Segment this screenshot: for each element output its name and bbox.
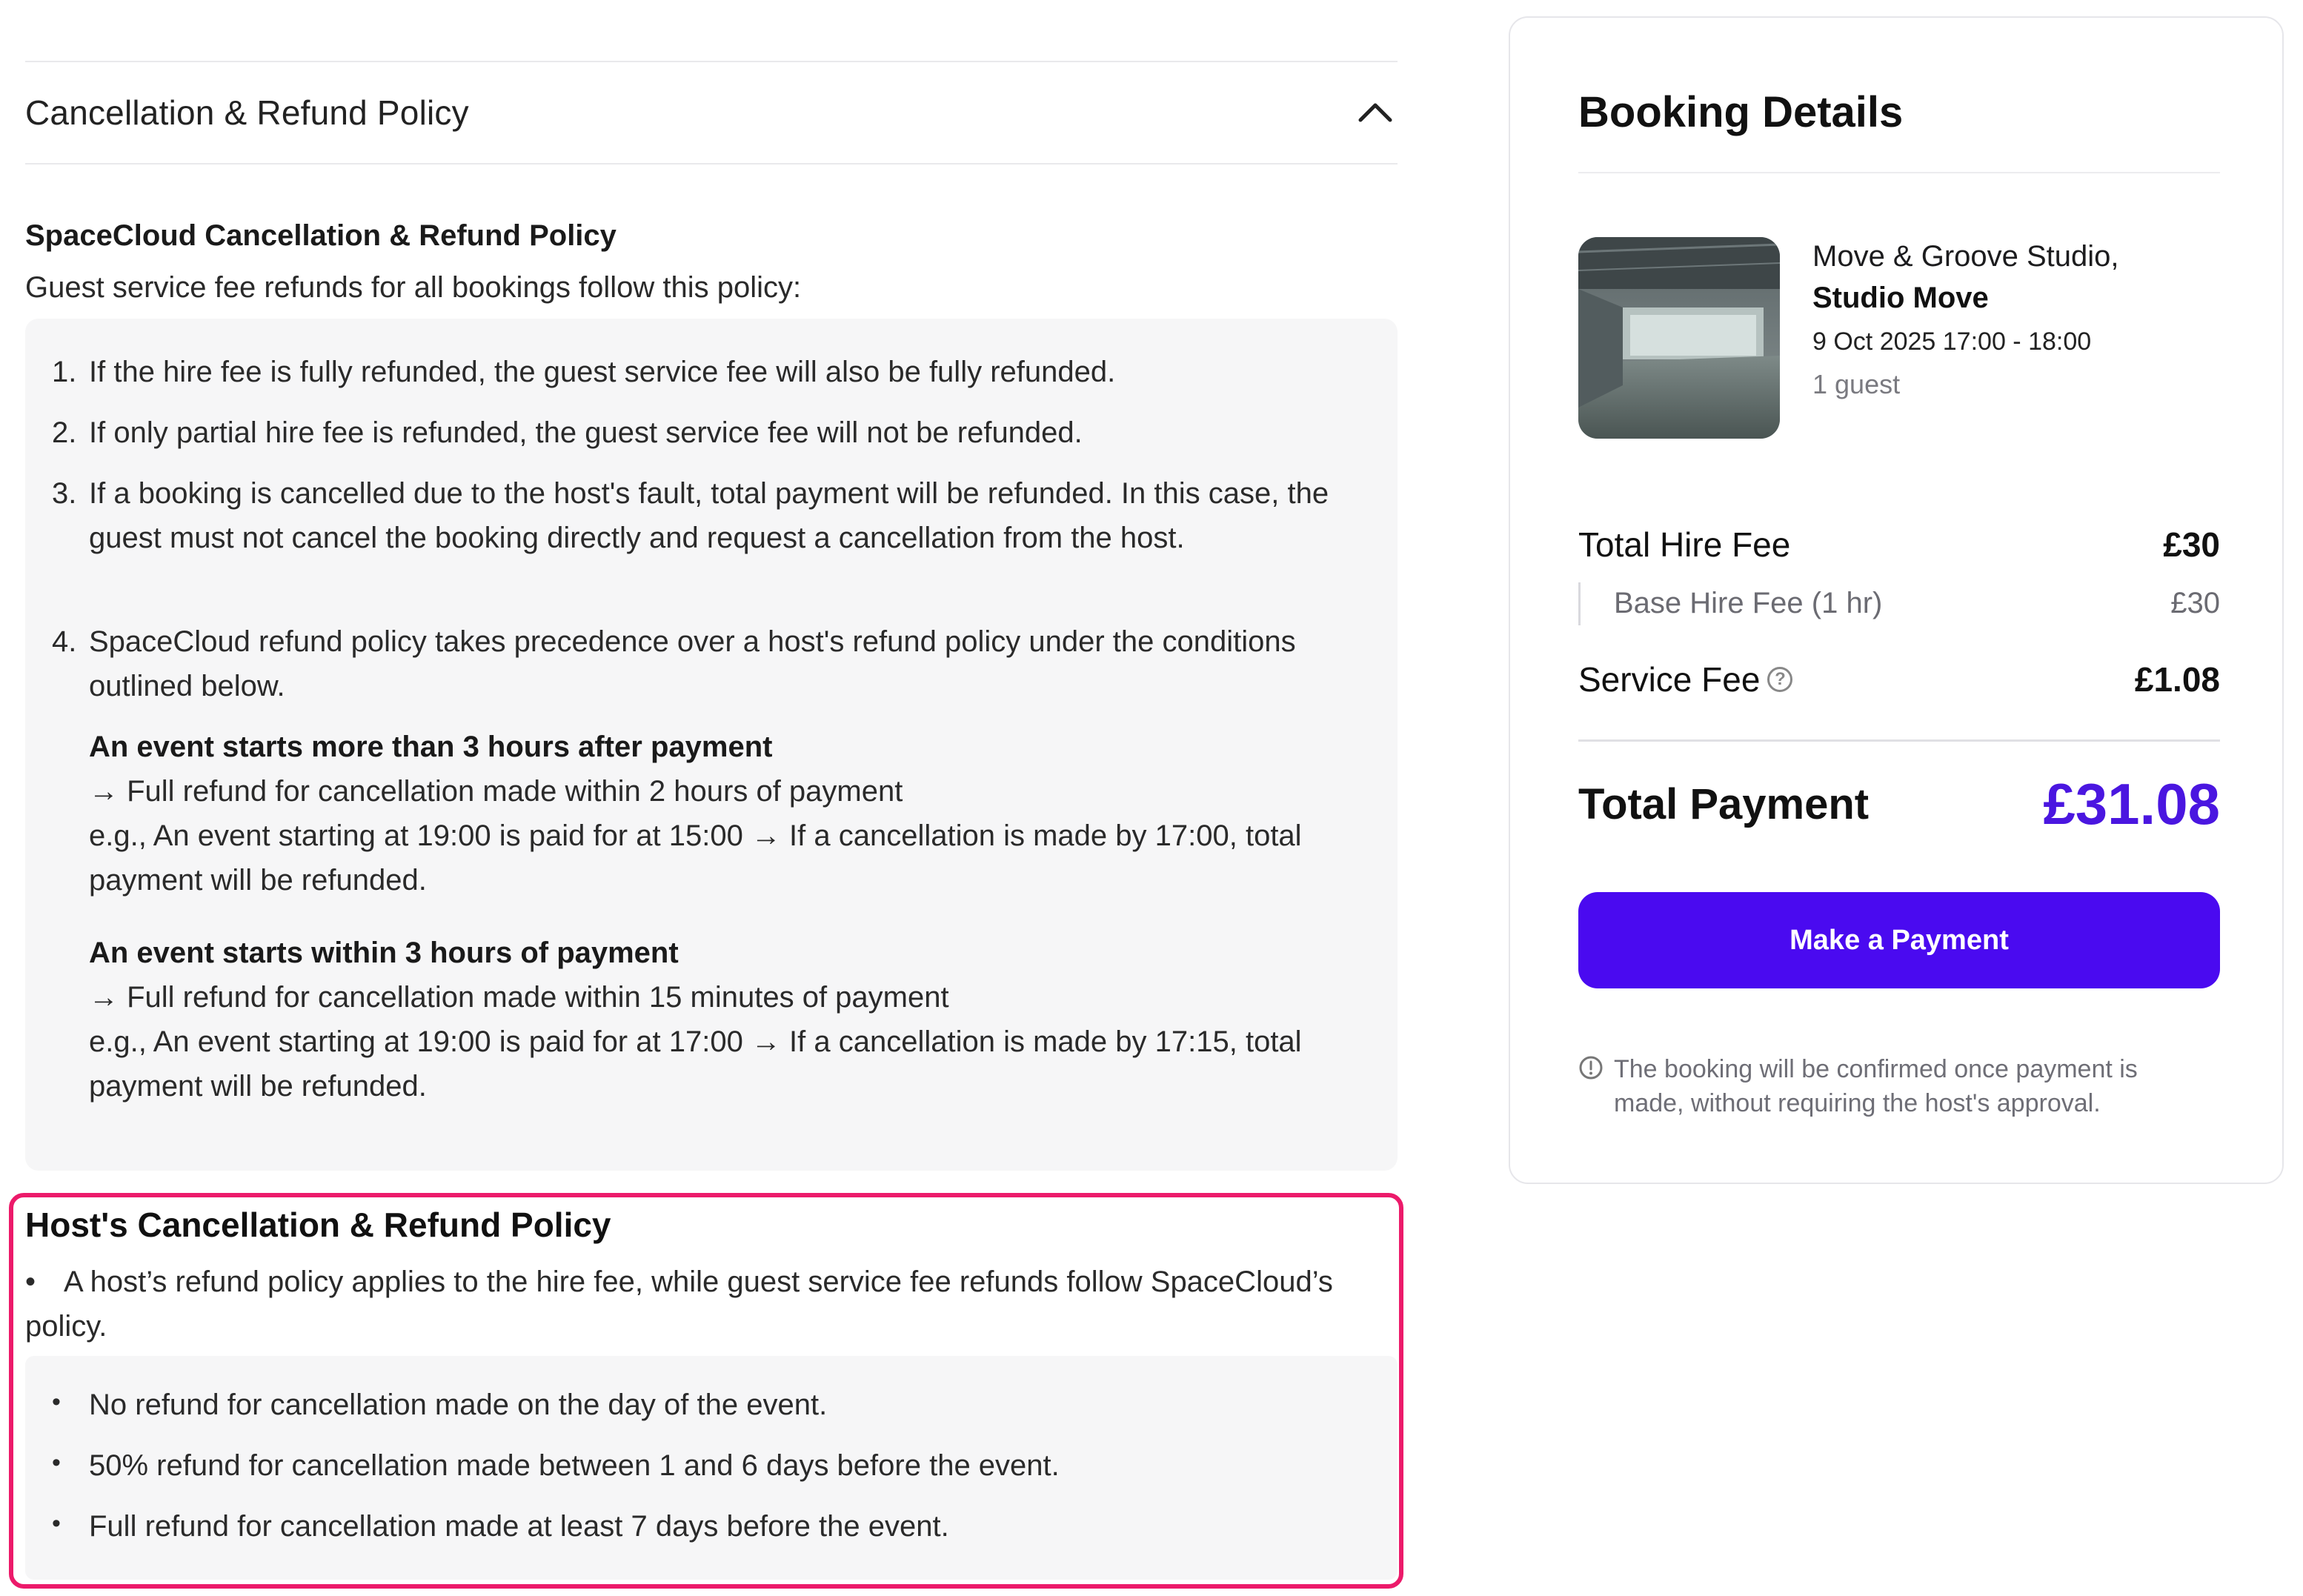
- help-icon[interactable]: ?: [1767, 667, 1793, 692]
- spacecloud-policy-box: 1. If the hire fee is fully refunded, th…: [25, 319, 1398, 1171]
- spacecloud-policy-intro: Guest service fee refunds for all bookin…: [25, 271, 802, 304]
- condition-title: An event starts more than 3 hours after …: [89, 731, 773, 763]
- total-payment-value: £31.08: [2043, 771, 2220, 837]
- guest-count: 1 guest: [1812, 369, 1901, 399]
- host-policy-title: Host's Cancellation & Refund Policy: [25, 1206, 611, 1244]
- policy-item-number: 1.: [52, 356, 77, 388]
- host-policy-summary: • A host’s refund policy applies to the …: [25, 1260, 1359, 1349]
- venue-thumbnail: [1578, 237, 1780, 439]
- base-hire-fee-label: Base Hire Fee (1 hr): [1614, 587, 1883, 619]
- indent-bar: [1578, 582, 1581, 625]
- host-policy-item-text: Full refund for cancellation made at lea…: [89, 1510, 949, 1543]
- cancellation-policy-accordion-header[interactable]: Cancellation & Refund Policy: [25, 61, 1398, 164]
- condition-rule: → Full refund for cancellation made with…: [89, 981, 949, 1014]
- host-policy-item-text: 50% refund for cancellation made between…: [89, 1449, 1060, 1482]
- condition-example: e.g., An event starting at 19:00 is paid…: [89, 819, 1302, 897]
- bullet-icon: •: [52, 1388, 61, 1416]
- policy-item-text: If a booking is cancelled due to the hos…: [89, 477, 1329, 554]
- divider: [1578, 739, 2220, 742]
- condition-example: e.g., An event starting at 19:00 is paid…: [89, 1025, 1302, 1103]
- service-fee-label-wrap: Service Fee ?: [1578, 659, 1793, 699]
- base-hire-fee-value: £30: [2170, 587, 2220, 619]
- accordion-title: Cancellation & Refund Policy: [25, 93, 469, 132]
- base-hire-fee-row: Base Hire Fee (1 hr) £30: [1578, 582, 2220, 625]
- booking-details-title: Booking Details: [1578, 88, 1904, 136]
- booking-datetime: 9 Oct 2025 17:00 - 18:00: [1812, 327, 2092, 356]
- refund-condition: An event starts more than 3 hours after …: [89, 725, 1378, 902]
- venue-name: Move & Groove Studio,: [1812, 240, 2119, 273]
- chevron-up-icon[interactable]: [1353, 90, 1398, 135]
- service-fee-value: £1.08: [2134, 660, 2220, 699]
- refund-condition: An event starts within 3 hours of paymen…: [89, 931, 1378, 1108]
- studio-photo-image: [1578, 237, 1780, 439]
- service-fee-label: Service Fee: [1578, 660, 1761, 699]
- host-policy-box: • No refund for cancellation made on the…: [25, 1356, 1398, 1580]
- condition-rule: → Full refund for cancellation made with…: [89, 775, 903, 808]
- service-fee-row: Service Fee ? £1.08: [1578, 659, 2220, 699]
- spacecloud-policy-title: SpaceCloud Cancellation & Refund Policy: [25, 219, 617, 252]
- space-name: Studio Move: [1812, 282, 1989, 314]
- policy-item-number: 4.: [52, 625, 77, 658]
- host-policy-item-text: No refund for cancellation made on the d…: [89, 1389, 828, 1421]
- bullet-icon: •: [25, 1266, 36, 1298]
- total-hire-fee-value: £30: [2163, 525, 2220, 564]
- total-hire-fee-row: Total Hire Fee £30: [1578, 525, 2220, 565]
- total-payment-label: Total Payment: [1578, 780, 1870, 828]
- total-payment-row: Total Payment £31.08: [1578, 771, 2220, 838]
- host-policy-summary-text: A host’s refund policy applies to the hi…: [25, 1266, 1333, 1343]
- payment-note: The booking will be confirmed once payme…: [1614, 1055, 2138, 1117]
- policy-item-text: If the hire fee is fully refunded, the g…: [89, 356, 1116, 388]
- make-payment-button[interactable]: Make a Payment: [1578, 892, 2220, 988]
- total-hire-fee-label: Total Hire Fee: [1578, 525, 1791, 564]
- policy-item-text: If only partial hire fee is refunded, th…: [89, 416, 1083, 449]
- bullet-icon: •: [52, 1449, 61, 1477]
- policy-item-number: 2.: [52, 416, 77, 449]
- booking-details-card: Booking Details Move & Groove Studio, St…: [1509, 16, 2284, 1184]
- policy-item-text: SpaceCloud refund policy takes precedenc…: [89, 625, 1296, 702]
- bullet-icon: •: [52, 1509, 61, 1537]
- condition-title: An event starts within 3 hours of paymen…: [89, 937, 679, 969]
- info-icon: [1579, 1056, 1603, 1080]
- divider: [1578, 172, 2220, 173]
- policy-item-number: 3.: [52, 477, 77, 510]
